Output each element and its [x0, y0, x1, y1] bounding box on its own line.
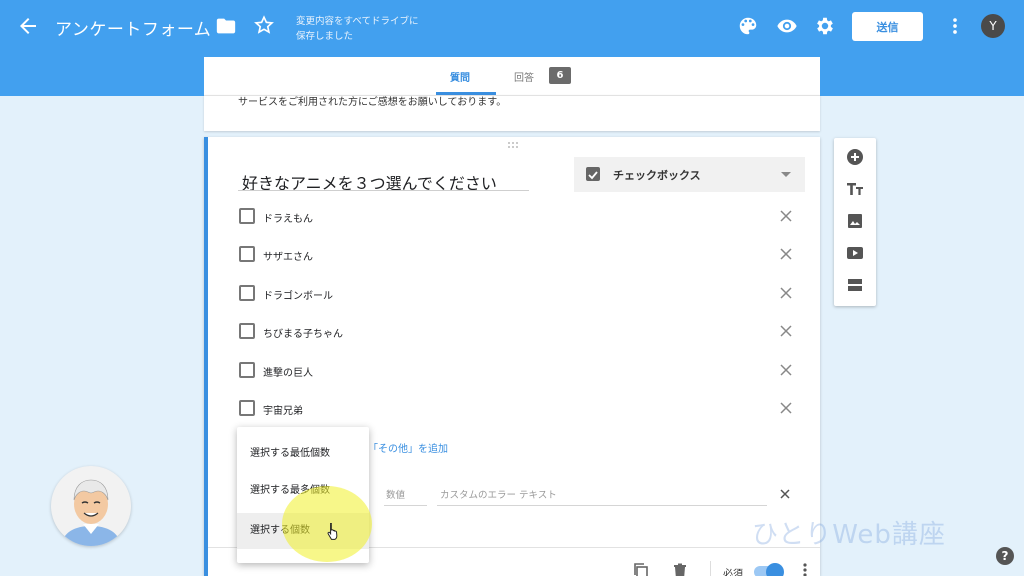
- help-icon[interactable]: ?: [996, 547, 1014, 565]
- more-options-icon[interactable]: [796, 561, 814, 576]
- remove-option-icon[interactable]: [778, 323, 794, 339]
- toggle-knob: [766, 563, 784, 576]
- menu-item-min-count[interactable]: 選択する最低個数: [237, 436, 369, 472]
- validation-number-input[interactable]: 数値: [386, 487, 426, 501]
- question-type-select[interactable]: チェックボックス: [574, 157, 805, 192]
- required-label: 必須: [723, 569, 743, 576]
- option-row[interactable]: ドラえもん: [238, 207, 798, 227]
- tab-responses[interactable]: 回答: [514, 69, 534, 84]
- responses-count-badge: 6: [549, 67, 571, 84]
- remove-option-icon[interactable]: [778, 285, 794, 301]
- form-description[interactable]: サービスをご利用された方にご感想をお願いしております。: [238, 96, 506, 108]
- form-tabs: 質問 回答 6: [204, 57, 820, 95]
- site-watermark: ひとりWeb講座: [752, 520, 946, 550]
- add-section-icon[interactable]: [845, 275, 865, 295]
- remove-option-icon[interactable]: [778, 362, 794, 378]
- account-avatar[interactable]: Y: [981, 14, 1005, 38]
- form-title[interactable]: アンケートフォーム: [55, 15, 211, 40]
- add-image-icon[interactable]: [845, 211, 865, 231]
- add-question-icon[interactable]: [845, 147, 865, 167]
- option-row[interactable]: サザエさん: [238, 245, 798, 265]
- option-row[interactable]: 宇宙兄弟: [238, 399, 798, 419]
- remove-option-icon[interactable]: [778, 208, 794, 224]
- option-row[interactable]: ちびまる子ちゃん: [238, 322, 798, 342]
- preview-eye-icon[interactable]: [776, 15, 798, 37]
- required-toggle[interactable]: [754, 563, 784, 576]
- hand-cursor-icon: [327, 523, 338, 540]
- side-toolbar: [834, 138, 876, 306]
- remove-option-icon[interactable]: [778, 400, 794, 416]
- option-label[interactable]: 宇宙兄弟: [263, 402, 303, 417]
- footer-separator: [710, 561, 711, 576]
- checkbox-type-icon: [586, 167, 600, 181]
- add-video-icon[interactable]: [845, 243, 865, 263]
- star-icon[interactable]: [253, 14, 275, 36]
- option-label[interactable]: サザエさん: [263, 248, 313, 263]
- checkbox-icon: [239, 362, 255, 378]
- option-row[interactable]: ドラゴンボール: [238, 284, 798, 304]
- form-description-card: サービスをご利用された方にご感想をお願いしております。: [204, 95, 820, 131]
- tab-questions[interactable]: 質問: [450, 69, 470, 84]
- delete-trash-icon[interactable]: [671, 562, 689, 576]
- question-type-label: チェックボックス: [613, 169, 701, 182]
- checkbox-icon: [239, 208, 255, 224]
- number-input-underline: [384, 505, 427, 506]
- palette-icon[interactable]: [737, 15, 759, 37]
- question-title-underline: [238, 190, 529, 191]
- checkbox-icon: [239, 246, 255, 262]
- drag-handle-icon[interactable]: [507, 141, 521, 149]
- option-label[interactable]: ドラえもん: [263, 210, 313, 225]
- option-row[interactable]: 進撃の巨人: [238, 361, 798, 381]
- back-arrow-icon[interactable]: [16, 14, 40, 38]
- remove-validation-icon[interactable]: [778, 487, 792, 501]
- remove-option-icon[interactable]: [778, 246, 794, 262]
- add-other-link[interactable]: 「その他」を追加: [368, 440, 448, 455]
- send-button[interactable]: 送信: [852, 12, 923, 41]
- checkbox-icon: [239, 400, 255, 416]
- option-label[interactable]: 進撃の巨人: [263, 364, 313, 379]
- custom-error-input[interactable]: カスタムのエラー テキスト: [440, 487, 557, 501]
- checkbox-icon: [239, 323, 255, 339]
- add-title-text-icon[interactable]: [845, 179, 865, 199]
- save-status: 変更内容をすべてドライブに 保存しました: [296, 16, 419, 42]
- folder-icon[interactable]: [215, 15, 237, 37]
- error-input-underline: [437, 505, 767, 506]
- checkbox-icon: [239, 285, 255, 301]
- presenter-avatar: [51, 466, 131, 546]
- option-label[interactable]: ドラゴンボール: [263, 287, 333, 302]
- settings-gear-icon[interactable]: [814, 15, 836, 37]
- more-vert-icon[interactable]: [944, 15, 966, 37]
- duplicate-icon[interactable]: [632, 562, 650, 576]
- dropdown-arrow-icon: [781, 172, 791, 177]
- option-label[interactable]: ちびまる子ちゃん: [263, 325, 343, 340]
